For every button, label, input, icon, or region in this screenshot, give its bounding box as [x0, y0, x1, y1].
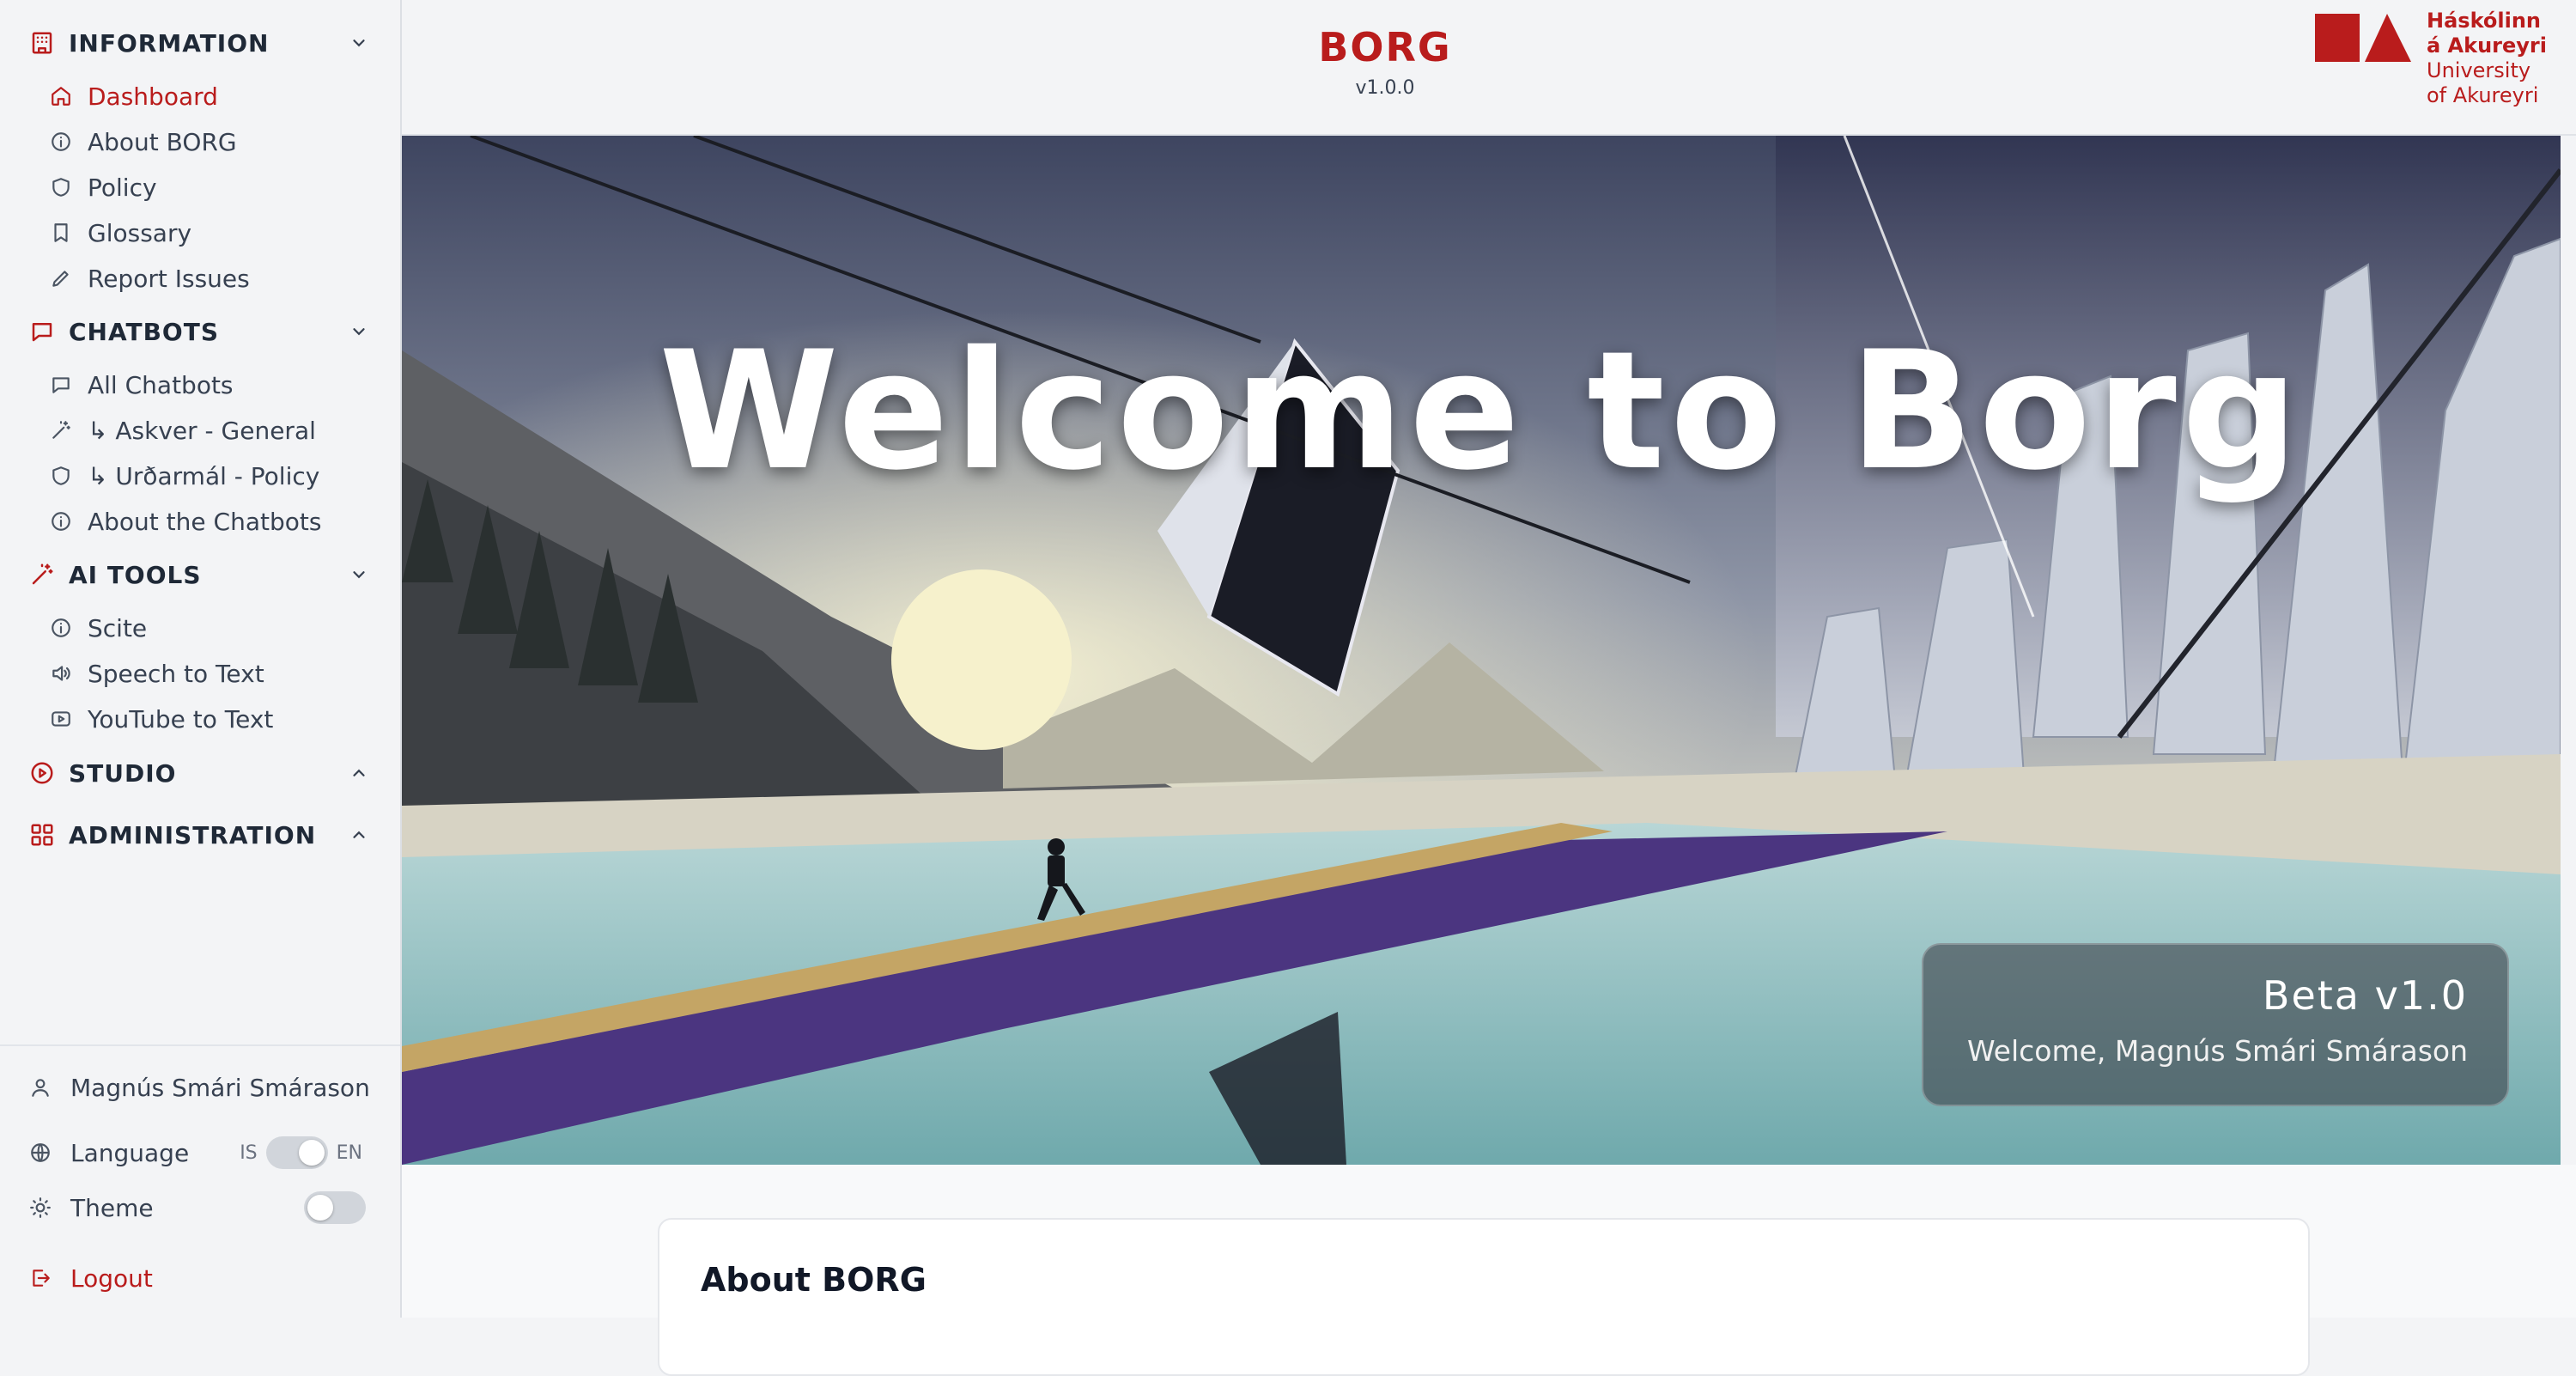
- university-logo-mark: [2315, 14, 2411, 62]
- language-code-is: IS: [240, 1142, 258, 1164]
- beta-card: Beta v1.0 Welcome, Magnús Smári Smárason: [1922, 943, 2509, 1106]
- app-version: v1.0.0: [1355, 77, 1415, 99]
- logo-line: Háskólinn: [2427, 9, 2541, 33]
- sidebar-item-glossary[interactable]: Glossary: [48, 212, 374, 253]
- info-icon: [48, 508, 74, 534]
- user-icon: [27, 1075, 53, 1100]
- top-header: BORG v1.0.0 Háskólinn á Akureyri Univers…: [402, 0, 2576, 136]
- shield-icon: [48, 463, 74, 489]
- section-administration[interactable]: ADMINISTRATION: [27, 813, 371, 857]
- user-name: Magnús Smári Smárason: [70, 1073, 370, 1102]
- hero-banner: Welcome to Borg Beta v1.0 Welcome, Magnú…: [402, 136, 2561, 1165]
- sidebar-item-policy[interactable]: Policy: [48, 167, 374, 208]
- logout-label: Logout: [70, 1263, 153, 1293]
- sidebar-item-label: Speech to Text: [88, 659, 264, 688]
- speaker-icon: [48, 661, 74, 686]
- language-row: Language IS EN: [27, 1130, 371, 1175]
- sidebar-item-scite[interactable]: Scite: [48, 607, 374, 648]
- user-profile[interactable]: Magnús Smári Smárason: [27, 1065, 371, 1110]
- section-label: CHATBOTS: [69, 317, 219, 346]
- sidebar-item-label: Policy: [88, 173, 157, 202]
- welcome-message: Welcome, Magnús Smári Smárason: [1966, 1034, 2468, 1068]
- magic-wand-icon: [27, 560, 57, 589]
- about-card-title: About BORG: [701, 1261, 927, 1299]
- university-logo[interactable]: Háskólinn á Akureyri University of Akure…: [2315, 9, 2547, 122]
- university-logo-text: Háskólinn á Akureyri University of Akure…: [2427, 9, 2547, 122]
- theme-toggle[interactable]: [304, 1191, 366, 1224]
- about-card: About BORG: [658, 1218, 2310, 1376]
- sidebar-item-speech-to-text[interactable]: Speech to Text: [48, 653, 374, 694]
- sidebar-item-askver-general[interactable]: ↳ Askver - General: [48, 410, 374, 451]
- sidebar-item-label: About the Chatbots: [88, 507, 322, 536]
- globe-icon: [27, 1140, 53, 1166]
- shield-icon: [48, 174, 74, 200]
- sidebar-item-label: Report Issues: [88, 264, 250, 293]
- section-ai-tools[interactable]: AI TOOLS: [27, 552, 371, 597]
- hero-title: Welcome to Borg: [659, 316, 2304, 506]
- sidebar: INFORMATION Dashboard About BORG Policy …: [0, 0, 402, 1318]
- language-label: Language: [70, 1138, 190, 1167]
- section-label: INFORMATION: [69, 28, 270, 58]
- section-studio[interactable]: STUDIO: [27, 751, 371, 795]
- sidebar-item-label: YouTube to Text: [88, 704, 274, 734]
- chevron-up-icon: [347, 761, 371, 785]
- theme-label: Theme: [70, 1193, 154, 1222]
- app-title: BORG: [1318, 24, 1452, 70]
- info-icon: [48, 615, 74, 641]
- info-icon: [48, 129, 74, 155]
- sun-icon: [27, 1195, 53, 1221]
- sidebar-item-report-issues[interactable]: Report Issues: [48, 258, 374, 299]
- sidebar-item-label: About BORG: [88, 127, 237, 156]
- chevron-down-icon: [347, 320, 371, 344]
- sidebar-item-label: Scite: [88, 613, 148, 642]
- sidebar-item-about-borg[interactable]: About BORG: [48, 121, 374, 162]
- sidebar-item-youtube-to-text[interactable]: YouTube to Text: [48, 698, 374, 740]
- sidebar-divider: [0, 1044, 400, 1046]
- language-toggle[interactable]: [265, 1136, 328, 1169]
- section-information[interactable]: INFORMATION: [27, 21, 371, 65]
- toggle-knob: [307, 1195, 333, 1221]
- magic-wand-icon: [48, 417, 74, 443]
- pencil-icon: [48, 265, 74, 291]
- section-label: ADMINISTRATION: [69, 820, 317, 849]
- chevron-down-icon: [347, 563, 371, 587]
- sidebar-item-label: ↳ Urðarmál - Policy: [88, 461, 320, 490]
- language-code-en: EN: [336, 1142, 362, 1164]
- sidebar-item-all-chatbots[interactable]: All Chatbots: [48, 364, 374, 405]
- theme-row: Theme: [27, 1185, 371, 1230]
- bookmark-icon: [48, 220, 74, 246]
- building-icon: [27, 28, 57, 58]
- sidebar-item-dashboard[interactable]: Dashboard: [48, 76, 374, 117]
- logo-line: á Akureyri: [2427, 33, 2547, 58]
- sidebar-item-about-chatbots[interactable]: About the Chatbots: [48, 501, 374, 542]
- beta-version: Beta v1.0: [2262, 972, 2468, 1019]
- chat-bubble-icon: [48, 372, 74, 398]
- logout-button[interactable]: Logout: [27, 1256, 371, 1300]
- main-content: About BORG: [402, 1165, 2576, 1376]
- home-icon: [48, 83, 74, 109]
- chevron-down-icon: [347, 31, 371, 55]
- logo-line: University: [2427, 58, 2531, 82]
- sidebar-item-label: ↳ Askver - General: [88, 416, 316, 445]
- sidebar-item-label: Glossary: [88, 218, 192, 247]
- video-icon: [48, 706, 74, 732]
- section-chatbots[interactable]: CHATBOTS: [27, 309, 371, 354]
- section-label: AI TOOLS: [69, 560, 202, 589]
- chevron-up-icon: [347, 823, 371, 847]
- sidebar-item-urdarmal-policy[interactable]: ↳ Urðarmál - Policy: [48, 455, 374, 496]
- sidebar-item-label: All Chatbots: [88, 370, 234, 399]
- language-toggle-group: IS EN: [231, 1136, 371, 1169]
- play-circle-icon: [27, 758, 57, 788]
- sidebar-item-label: Dashboard: [88, 82, 218, 111]
- toggle-knob: [298, 1140, 325, 1166]
- grid-icon: [27, 820, 57, 849]
- section-label: STUDIO: [69, 758, 177, 788]
- logout-icon: [27, 1265, 53, 1291]
- logo-line: of Akureyri: [2427, 83, 2539, 107]
- chat-bubble-icon: [27, 317, 57, 346]
